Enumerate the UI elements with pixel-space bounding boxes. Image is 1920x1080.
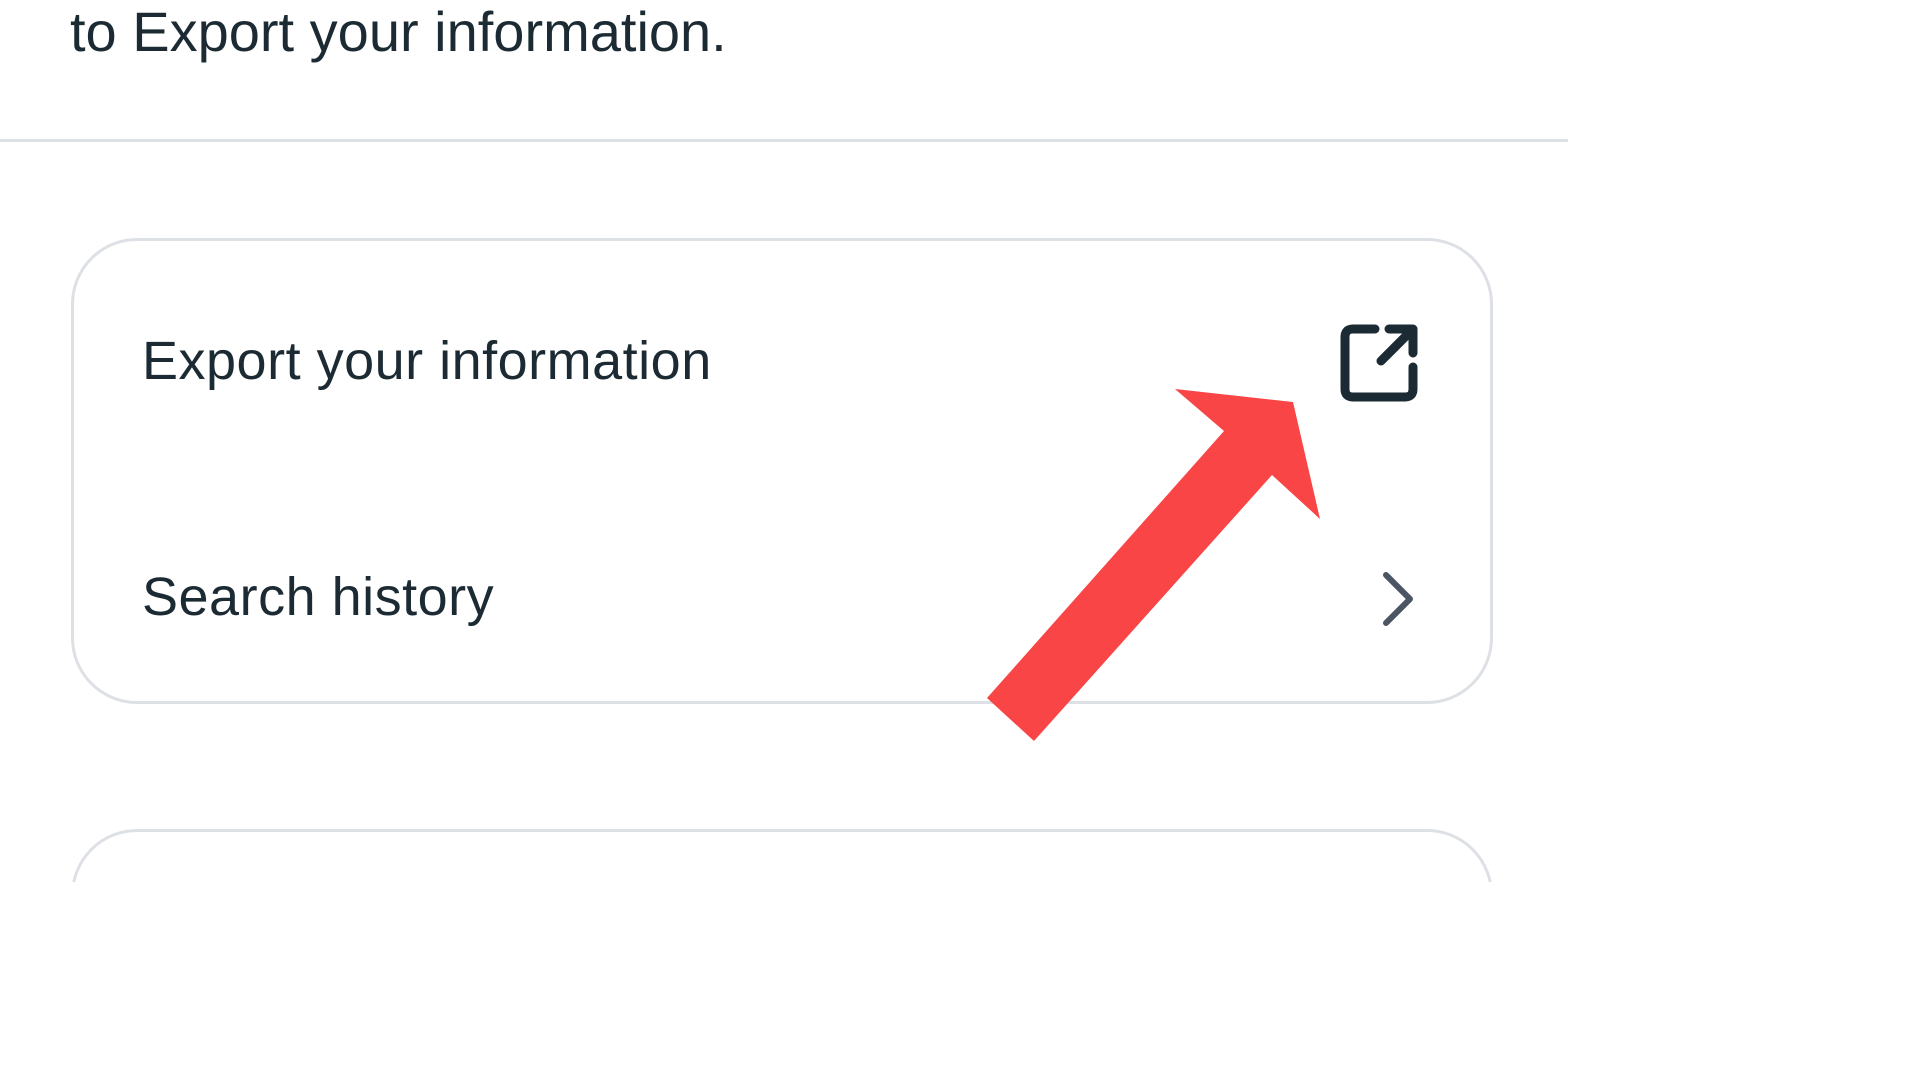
external-link-icon (1340, 324, 1418, 402)
export-your-information-label: Export your information (142, 331, 712, 391)
page: to Export your information. Export your … (0, 0, 1568, 882)
export-your-information-item[interactable]: Export your information (74, 241, 1490, 477)
settings-card: Export your information Search history (71, 238, 1493, 704)
search-history-item[interactable]: Search history (74, 477, 1490, 713)
chevron-right-icon (1383, 572, 1413, 626)
divider (0, 139, 1568, 142)
search-history-label: Search history (142, 567, 495, 627)
next-settings-card (71, 829, 1493, 882)
intro-text: to Export your information. (70, 0, 727, 63)
